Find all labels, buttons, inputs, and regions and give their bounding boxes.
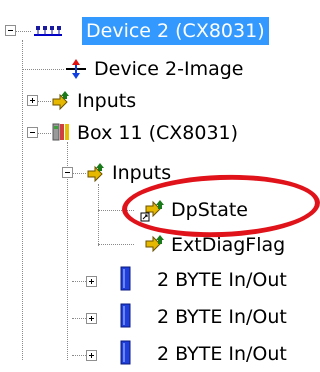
profibus-device-icon (32, 20, 80, 42)
tree-connector (98, 244, 134, 245)
inputs-icon (86, 161, 108, 183)
collapse-toggle[interactable] (62, 167, 73, 178)
tree-item-box11[interactable]: Box 11 (CX8031) (73, 119, 242, 147)
expand-toggle[interactable] (86, 276, 97, 287)
box-device-icon (51, 120, 73, 144)
tree-connector (37, 133, 51, 134)
input-variable-icon (140, 233, 166, 257)
expand-toggle[interactable] (86, 350, 97, 361)
tree-connector (72, 173, 86, 174)
tree-connector (98, 184, 99, 246)
tree-connector (37, 101, 51, 102)
process-image-icon (64, 57, 88, 81)
module-icon (120, 340, 132, 366)
tree-item-device-image[interactable]: Device 2-Image (90, 55, 247, 83)
expand-toggle[interactable] (86, 313, 97, 324)
tree-item-module-2[interactable]: 2 BYTE In/Out (153, 303, 291, 331)
module-icon (120, 266, 132, 292)
tree-item-inputs[interactable]: Inputs (73, 87, 140, 115)
tree-connector (22, 40, 23, 360)
solution-tree: Device 2 (CX8031) Device 2-Image Inputs … (0, 0, 320, 372)
collapse-toggle[interactable] (5, 25, 16, 36)
collapse-toggle[interactable] (27, 127, 38, 138)
tree-connector (22, 69, 64, 70)
expand-toggle[interactable] (27, 95, 38, 106)
tree-item-device2[interactable]: Device 2 (CX8031) (82, 17, 269, 45)
tree-connector (15, 31, 31, 32)
tree-item-module-3[interactable]: 2 BYTE In/Out (153, 340, 291, 368)
inputs-icon (51, 89, 73, 111)
tree-item-module-1[interactable]: 2 BYTE In/Out (153, 266, 291, 294)
module-icon (120, 303, 132, 329)
